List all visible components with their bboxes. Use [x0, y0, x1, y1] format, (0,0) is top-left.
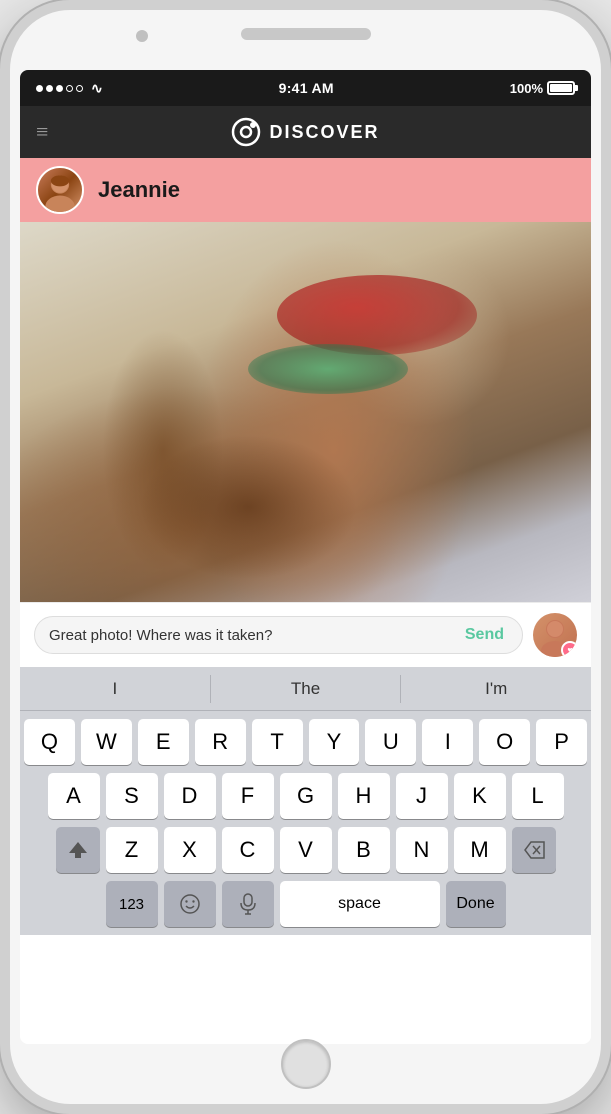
- key-c[interactable]: C: [222, 827, 274, 873]
- battery-area: 100%: [510, 81, 575, 96]
- key-u[interactable]: U: [365, 719, 416, 765]
- status-bar: ∿ 9:41 AM 100%: [20, 70, 591, 106]
- key-t[interactable]: T: [252, 719, 303, 765]
- shift-key[interactable]: [56, 827, 100, 873]
- key-q[interactable]: Q: [24, 719, 75, 765]
- key-y[interactable]: Y: [309, 719, 360, 765]
- profile-photo: [20, 222, 591, 602]
- key-a[interactable]: A: [48, 773, 100, 819]
- status-time: 9:41 AM: [279, 80, 334, 96]
- key-f[interactable]: F: [222, 773, 274, 819]
- key-mic[interactable]: [222, 881, 274, 927]
- key-n[interactable]: N: [396, 827, 448, 873]
- key-p[interactable]: P: [536, 719, 587, 765]
- signal-area: ∿: [36, 80, 103, 97]
- keyboard-row-3: Z X C V B N M: [24, 827, 587, 873]
- key-m[interactable]: M: [454, 827, 506, 873]
- signal-dots: [36, 85, 83, 92]
- key-r[interactable]: R: [195, 719, 246, 765]
- hamburger-icon[interactable]: ≡: [36, 119, 46, 145]
- autocomplete-item-1[interactable]: The: [211, 667, 401, 710]
- key-w[interactable]: W: [81, 719, 132, 765]
- key-e[interactable]: E: [138, 719, 189, 765]
- key-d[interactable]: D: [164, 773, 216, 819]
- sunglasses-detail: [248, 344, 408, 394]
- autocomplete-item-0[interactable]: I: [20, 667, 210, 710]
- message-area: Great photo! Where was it taken? Send ♥: [20, 602, 591, 667]
- phone-frame: ∿ 9:41 AM 100% ≡ DISCOVER: [0, 0, 611, 1114]
- keyboard: Q W E R T Y U I O P A S D F G H J K: [20, 711, 591, 935]
- nav-bar: ≡ DISCOVER: [20, 106, 591, 158]
- key-v[interactable]: V: [280, 827, 332, 873]
- message-input-wrapper[interactable]: Great photo! Where was it taken? Send: [34, 616, 523, 654]
- home-button[interactable]: [281, 1039, 331, 1089]
- key-k[interactable]: K: [454, 773, 506, 819]
- key-i[interactable]: I: [422, 719, 473, 765]
- heart-icon: ♥: [567, 645, 572, 655]
- app-logo: [231, 117, 261, 147]
- key-g[interactable]: G: [280, 773, 332, 819]
- nav-center: DISCOVER: [231, 117, 379, 147]
- message-text[interactable]: Great photo! Where was it taken?: [49, 627, 461, 644]
- signal-dot-3: [56, 85, 63, 92]
- key-numbers[interactable]: 123: [106, 881, 158, 927]
- key-z[interactable]: Z: [106, 827, 158, 873]
- battery-bar: [547, 81, 575, 95]
- heart-badge: ♥: [561, 641, 577, 657]
- signal-dot-4: [66, 85, 73, 92]
- profile-name: Jeannie: [98, 177, 180, 203]
- signal-dot-5: [76, 85, 83, 92]
- battery-fill: [550, 84, 572, 92]
- keyboard-row-2: A S D F G H J K L: [24, 773, 587, 819]
- bandana-detail: [277, 275, 477, 355]
- key-s[interactable]: S: [106, 773, 158, 819]
- wifi-icon: ∿: [91, 80, 103, 97]
- phone-screen: ∿ 9:41 AM 100% ≡ DISCOVER: [20, 70, 591, 1044]
- keyboard-row-1: Q W E R T Y U I O P: [24, 719, 587, 765]
- keyboard-row-bottom: 123 spac: [24, 881, 587, 927]
- profile-avatar[interactable]: [36, 166, 84, 214]
- key-j[interactable]: J: [396, 773, 448, 819]
- signal-dot-2: [46, 85, 53, 92]
- key-space[interactable]: space: [280, 881, 440, 927]
- battery-percent: 100%: [510, 81, 543, 96]
- key-emoji[interactable]: [164, 881, 216, 927]
- key-l[interactable]: L: [512, 773, 564, 819]
- hair-overlay: [20, 222, 591, 602]
- key-done[interactable]: Done: [446, 881, 506, 927]
- autocomplete-bar: I The I'm: [20, 667, 591, 711]
- profile-header[interactable]: Jeannie: [20, 158, 591, 222]
- signal-dot-1: [36, 85, 43, 92]
- key-o[interactable]: O: [479, 719, 530, 765]
- camera-dot: [136, 30, 148, 42]
- avatar-image: [38, 168, 82, 212]
- autocomplete-item-2[interactable]: I'm: [401, 667, 591, 710]
- nav-title: DISCOVER: [269, 122, 379, 143]
- key-b[interactable]: B: [338, 827, 390, 873]
- key-x[interactable]: X: [164, 827, 216, 873]
- key-h[interactable]: H: [338, 773, 390, 819]
- send-button[interactable]: Send: [461, 626, 508, 644]
- sender-avatar[interactable]: ♥: [533, 613, 577, 657]
- delete-key[interactable]: [512, 827, 556, 873]
